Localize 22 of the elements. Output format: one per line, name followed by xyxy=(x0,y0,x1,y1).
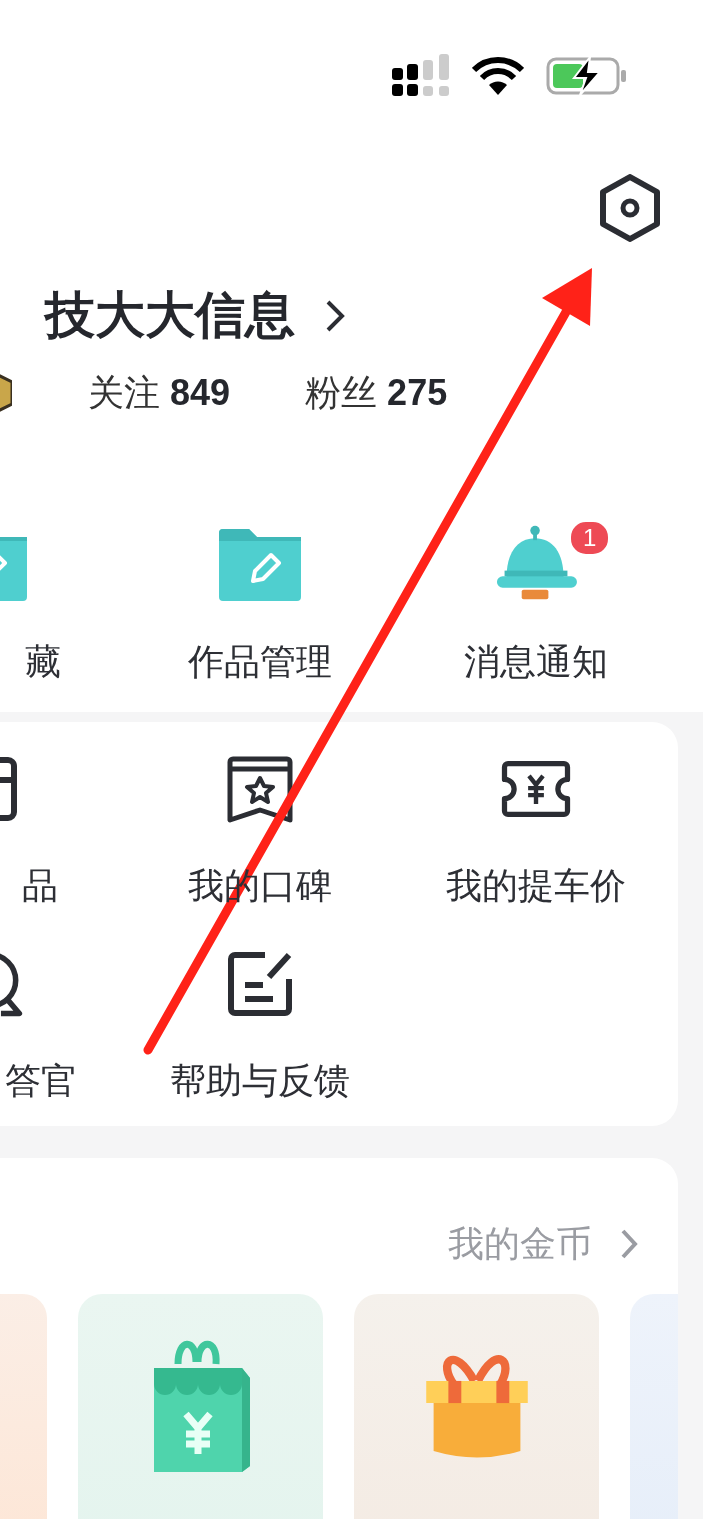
box-icon xyxy=(0,754,18,824)
settings-icon[interactable] xyxy=(599,174,661,242)
service-label[interactable]: 答官 xyxy=(0,1057,77,1106)
shortcut-label[interactable]: 消息通知 xyxy=(464,638,608,687)
chevron-right-icon[interactable] xyxy=(325,298,345,333)
shortcut-label[interactable]: 作品管理 xyxy=(188,638,332,687)
service-label[interactable]: 我的提车价 xyxy=(446,862,626,911)
wifi-icon xyxy=(472,56,524,96)
chevron-right-icon xyxy=(620,1228,638,1260)
signal-icon xyxy=(392,54,450,98)
medal-icon xyxy=(0,373,12,414)
review-icon xyxy=(225,754,295,824)
service-label[interactable]: 品 xyxy=(0,862,58,911)
feedback-icon xyxy=(225,949,295,1019)
stat-count[interactable]: 粉丝 275 xyxy=(305,369,448,418)
coin-tile[interactable] xyxy=(78,1294,323,1519)
coin-tile[interactable] xyxy=(354,1294,599,1519)
battery-charging-icon xyxy=(546,55,628,97)
profile-name[interactable]: 技大大信息 xyxy=(45,282,295,349)
service-label[interactable]: 帮助与反馈 xyxy=(170,1057,350,1106)
stat-count[interactable]: 关注 849 xyxy=(88,369,231,418)
shortcut-label[interactable]: 藏 xyxy=(0,638,61,687)
